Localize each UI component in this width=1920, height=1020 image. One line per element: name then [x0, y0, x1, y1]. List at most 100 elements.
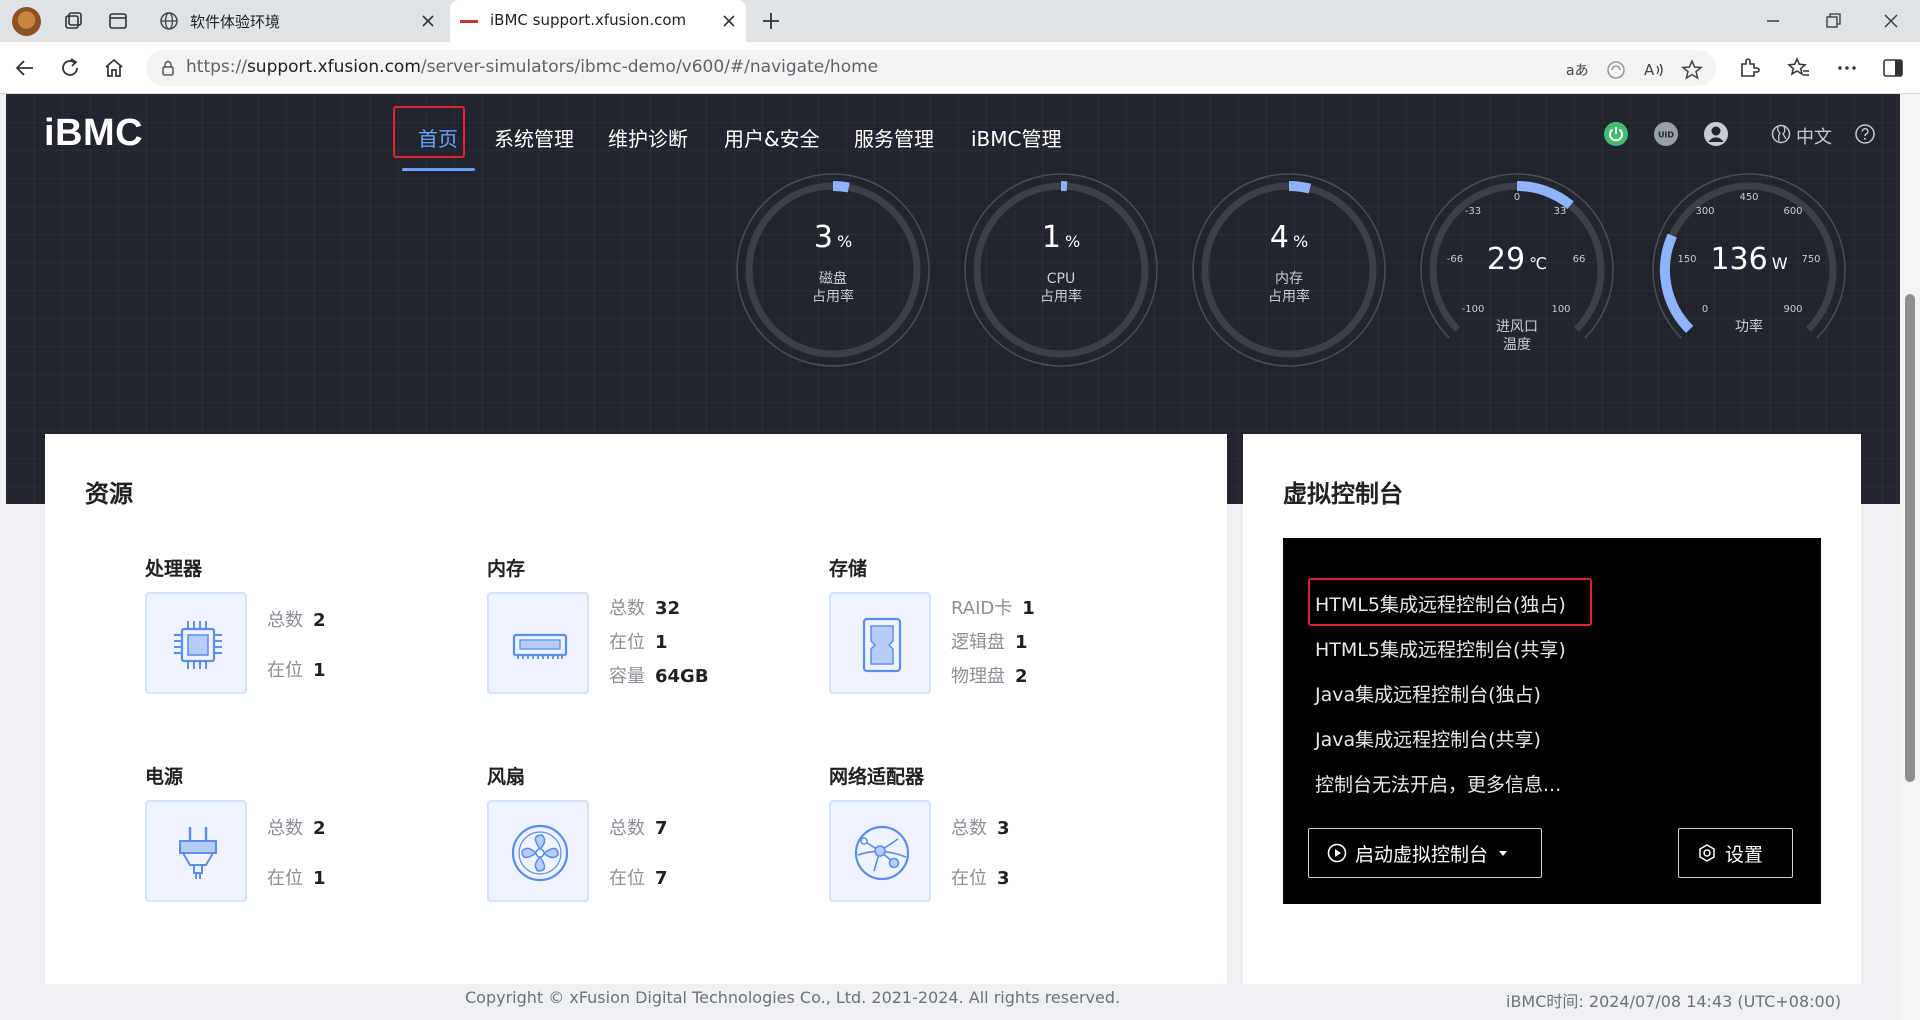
browser-address-bar: https://support.xfusion.com/server-simul… — [0, 42, 1920, 94]
url-text: https://support.xfusion.com/server-simul… — [186, 57, 878, 77]
storage-logical: 逻辑盘 1 — [951, 628, 1028, 654]
gauge-memory-usage: 4% 内存 占用率 — [1189, 170, 1389, 370]
collections-icon[interactable] — [62, 10, 84, 32]
close-window-icon[interactable] — [1878, 8, 1904, 34]
profile-avatar[interactable] — [12, 7, 41, 36]
storage-raid-label: RAID卡 — [951, 598, 1013, 619]
extensions-icon[interactable] — [1736, 55, 1762, 81]
virtual-console-title: 虚拟控制台 — [1283, 480, 1403, 508]
new-tab-icon[interactable] — [758, 8, 784, 34]
temp-tick-100: 100 — [1551, 304, 1571, 315]
menu-maintenance-diagnostics[interactable]: 维护诊断 — [608, 123, 688, 152]
fan-present-value: 7 — [655, 868, 668, 889]
menu-user-security[interactable]: 用户&安全 — [724, 123, 820, 152]
svg-text:A: A — [1644, 61, 1655, 79]
gauge-disk-number: 3 — [813, 220, 833, 255]
storage-title: 存储 — [829, 558, 868, 580]
power-tick-300: 300 — [1695, 206, 1715, 217]
launch-console-label: 启动虚拟控制台 — [1355, 843, 1489, 866]
minimize-icon[interactable] — [1760, 8, 1786, 34]
gauge-power: 450 300 600 150 750 0 900 136 W 功率 — [1649, 170, 1849, 370]
help-icon[interactable] — [1854, 123, 1876, 145]
favorites-icon[interactable] — [1786, 55, 1812, 81]
globe-icon[interactable] — [1770, 123, 1792, 145]
gauge-memory-unit: % — [1292, 232, 1309, 251]
memory-present-label: 在位 — [609, 632, 645, 653]
menu-service-management[interactable]: 服务管理 — [854, 123, 934, 152]
resource-processor[interactable]: 处理器 总数 2 在位 1 — [145, 554, 465, 704]
java-console-exclusive-link[interactable]: Java集成远程控制台(独占) — [1315, 680, 1541, 707]
memory-total-label: 总数 — [609, 598, 645, 619]
gauge-disk-label-1: 磁盘 — [819, 271, 847, 287]
lock-icon[interactable] — [158, 58, 178, 78]
restore-icon[interactable] — [1820, 8, 1846, 34]
page-scrollbar[interactable] — [1900, 94, 1920, 1020]
tracking-prevention-icon[interactable] — [1604, 58, 1628, 82]
menu-system-management[interactable]: 系统管理 — [494, 123, 574, 152]
browser-tab-software-env[interactable]: 软件体验环境 — [150, 0, 445, 42]
sidebar-toggle-icon[interactable] — [1880, 55, 1906, 81]
storage-logical-value: 1 — [1015, 632, 1028, 653]
more-menu-icon[interactable] — [1834, 55, 1860, 81]
gauge-inlet-temperature: 0 33 -33 -66 66 -100 100 29 ℃ 进风口 温度 — [1417, 170, 1617, 370]
resource-network-adapter[interactable]: 网络适配器 总数 3 在位 3 — [829, 762, 1149, 912]
power-total-label: 总数 — [267, 818, 303, 839]
menu-home[interactable]: 首页 — [418, 123, 458, 152]
gauge-cpu-number: 1 — [1041, 220, 1061, 255]
uid-icon[interactable]: UID — [1653, 121, 1679, 147]
home-icon[interactable] — [101, 55, 127, 81]
storage-raid-value: 1 — [1022, 598, 1035, 619]
power-icon[interactable] — [1603, 121, 1629, 147]
power-supply-icon — [145, 800, 247, 902]
read-aloud-icon[interactable]: A — [1642, 58, 1666, 82]
resource-memory[interactable]: 内存 总数 32 在位 1 容量 64GB — [487, 554, 807, 704]
temp-tick-neg100: -100 — [1461, 304, 1485, 315]
resource-storage[interactable]: 存储 RAID卡 1 逻辑盘 1 物理盘 2 — [829, 554, 1149, 704]
virtual-console-panel: HTML5集成远程控制台(独占) HTML5集成远程控制台(共享) Java集成… — [1283, 538, 1821, 904]
html5-console-exclusive-link[interactable]: HTML5集成远程控制台(独占) — [1315, 590, 1566, 617]
processor-total-value: 2 — [313, 610, 326, 631]
tab-actions-icon[interactable] — [107, 10, 129, 32]
console-settings-button[interactable]: 设置 — [1678, 828, 1793, 878]
fan-icon — [487, 800, 589, 902]
java-console-shared-link[interactable]: Java集成远程控制台(共享) — [1315, 725, 1541, 752]
close-tab-icon[interactable] — [417, 10, 439, 32]
menu-ibmc-management[interactable]: iBMC管理 — [971, 123, 1062, 152]
back-icon[interactable] — [12, 55, 38, 81]
gauge-temp-unit: ℃ — [1529, 254, 1548, 273]
fan-total-value: 7 — [655, 818, 668, 839]
resources-card: 资源 处理器 总数 2 在位 1 内存 总数 32 在位 1 容量 64GB 存储 RAI… — [45, 434, 1227, 984]
network-total: 总数 3 — [951, 814, 1010, 840]
scrollbar-thumb[interactable] — [1905, 294, 1915, 782]
favorite-star-icon[interactable] — [1680, 58, 1704, 82]
gauge-cpu-value: 1% — [961, 220, 1161, 255]
ibmc-time-value: 2024/07/08 14:43 (UTC+08:00) — [1588, 992, 1842, 1011]
fan-total: 总数 7 — [609, 814, 668, 840]
language-switch[interactable]: 中文 — [1796, 123, 1832, 149]
settings-label: 设置 — [1725, 843, 1764, 866]
launch-console-button[interactable]: 启动虚拟控制台 — [1308, 828, 1542, 878]
ibmc-logo: iBMC — [44, 112, 144, 154]
html5-console-shared-link[interactable]: HTML5集成远程控制台(共享) — [1315, 635, 1566, 662]
resource-power[interactable]: 电源 总数 2 在位 1 — [145, 762, 465, 912]
network-present-value: 3 — [997, 868, 1010, 889]
temp-tick-0: 0 — [1513, 192, 1521, 203]
caret-down-icon — [1499, 851, 1508, 856]
network-present: 在位 3 — [951, 864, 1010, 890]
resource-fan[interactable]: 风扇 总数 7 在位 7 — [487, 762, 807, 912]
fan-total-label: 总数 — [609, 818, 645, 839]
refresh-icon[interactable] — [57, 55, 83, 81]
gauge-cpu-unit: % — [1064, 232, 1081, 251]
gauge-disk-usage: 3% 磁盘 占用率 — [733, 170, 933, 370]
url-field[interactable]: https://support.xfusion.com/server-simul… — [146, 50, 1716, 86]
console-help-link[interactable]: 控制台无法开启，更多信息... — [1315, 770, 1561, 797]
storage-icon — [829, 592, 931, 694]
close-tab-icon[interactable] — [718, 10, 740, 32]
translate-icon[interactable]: aあ — [1564, 58, 1588, 82]
gauge-temp-value: 29 ℃ — [1417, 242, 1617, 277]
temp-tick-33: 33 — [1553, 206, 1567, 217]
processor-total-label: 总数 — [267, 610, 303, 631]
user-icon[interactable] — [1703, 121, 1729, 147]
browser-tab-ibmc[interactable]: iBMC support.xfusion.com — [450, 0, 746, 42]
gauge-cpu-usage: 1% CPU 占用率 — [961, 170, 1161, 370]
